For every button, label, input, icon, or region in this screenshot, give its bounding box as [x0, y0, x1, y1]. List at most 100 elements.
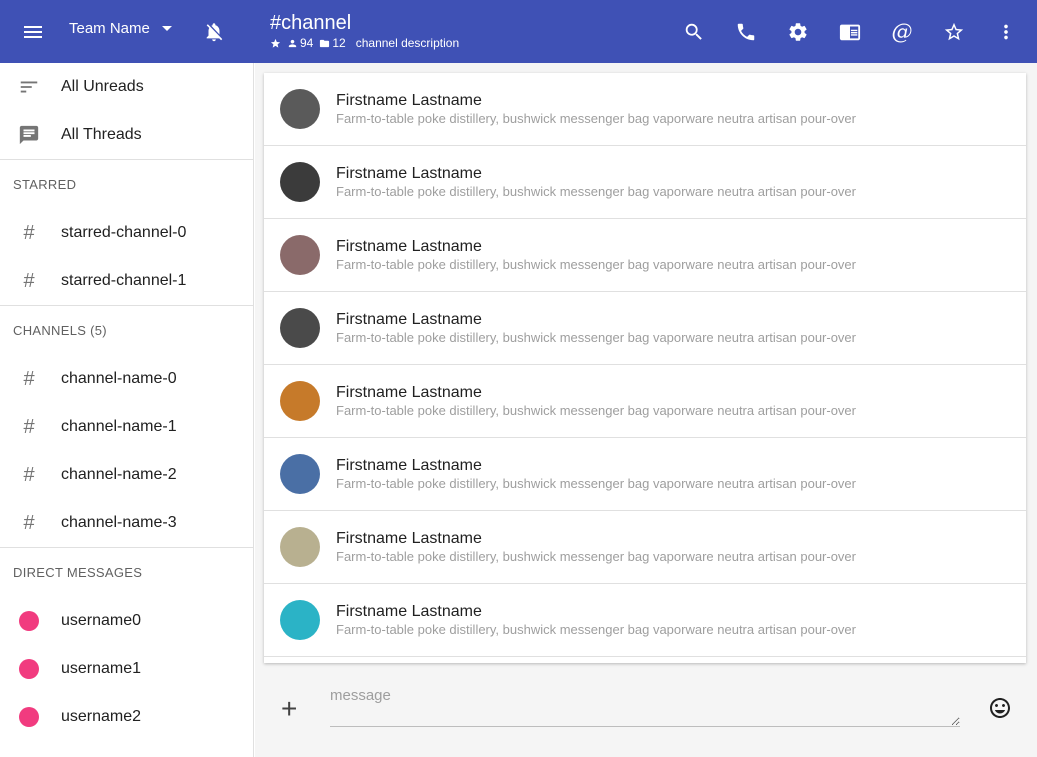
composer: + [255, 661, 1037, 757]
message-item[interactable]: Firstname Lastname Farm-to-table poke di… [264, 365, 1026, 438]
hash-icon: # [23, 269, 35, 292]
more-vert-icon [1004, 24, 1008, 40]
message-author: Firstname Lastname [336, 384, 482, 401]
sidebar-item-label: starred-channel-0 [61, 224, 187, 241]
sidebar-item-label: channel-name-3 [61, 514, 177, 531]
settings-button[interactable] [772, 19, 824, 45]
hash-icon: # [23, 463, 35, 486]
sidebar-item-channel[interactable]: # channel-name-2 [0, 451, 253, 499]
phone-icon [737, 23, 755, 41]
menu-icon[interactable] [20, 20, 46, 44]
sidebar-item-label: username1 [61, 660, 142, 677]
sidebar-item-label: channel-name-2 [61, 466, 177, 483]
message-author: Firstname Lastname [336, 165, 482, 182]
message-item[interactable]: Firstname Lastname Farm-to-table poke di… [264, 584, 1026, 657]
message-input[interactable] [330, 681, 960, 727]
sidebar-item-channel[interactable]: # channel-name-0 [0, 355, 253, 403]
call-button[interactable] [720, 19, 772, 45]
gear-icon [789, 23, 807, 41]
add-attachment-button[interactable]: + [281, 695, 297, 723]
sidebar-item-label: username0 [61, 612, 142, 629]
hash-icon: # [23, 511, 35, 534]
message-text: Farm-to-table poke distillery, bushwick … [336, 403, 856, 418]
sidebar-item-dm[interactable]: username1 [0, 645, 253, 693]
avatar[interactable] [280, 381, 320, 421]
message-item[interactable]: Firstname Lastname Farm-to-table poke di… [264, 146, 1026, 219]
message-author: Firstname Lastname [336, 530, 482, 547]
comment-icon [17, 123, 41, 147]
message-list: Firstname Lastname Farm-to-table poke di… [264, 73, 1026, 663]
presence-dot-icon [17, 609, 41, 633]
more-button[interactable] [980, 19, 1032, 45]
notifications-off-icon[interactable] [203, 21, 225, 43]
sidebar-item-label: username2 [61, 708, 142, 725]
mentions-button[interactable]: @ [876, 19, 928, 45]
message-text: Farm-to-table poke distillery, bushwick … [336, 476, 856, 491]
team-name: Team Name [69, 20, 150, 37]
presence-dot-icon [17, 705, 41, 729]
avatar[interactable] [280, 454, 320, 494]
message-item[interactable]: Firstname Lastname Farm-to-table poke di… [264, 219, 1026, 292]
favorite-button[interactable] [928, 19, 980, 45]
person-icon [288, 39, 297, 47]
app-bar: Team Name #channel 94 12 channel descrip… [0, 0, 1037, 63]
channel-meta: 94 12 channel description [270, 36, 459, 50]
sidebar-item-channel[interactable]: # channel-name-3 [0, 499, 253, 547]
sidebar-item-label: starred-channel-1 [61, 272, 187, 289]
avatar[interactable] [280, 162, 320, 202]
member-count: 94 [287, 36, 313, 50]
team-selector[interactable]: Team Name [69, 20, 172, 37]
sidebar-item-label: channel-name-1 [61, 418, 177, 435]
chrome-reader-icon [839, 24, 861, 41]
sidebar-item-all-unreads[interactable]: All Unreads [0, 63, 253, 111]
emoji-icon[interactable] [988, 696, 1012, 720]
side-panel-button[interactable] [824, 19, 876, 45]
sort-icon [17, 75, 41, 99]
star-outline-icon [944, 22, 964, 41]
sidebar-item-label: All Threads [61, 126, 142, 143]
header-actions: @ [668, 19, 1032, 45]
folder-icon [320, 39, 330, 47]
avatar[interactable] [280, 600, 320, 640]
channel-title: #channel [270, 12, 352, 34]
channel-description: channel description [355, 36, 460, 50]
message-text: Farm-to-table poke distillery, bushwick … [336, 184, 856, 199]
message-text: Farm-to-table poke distillery, bushwick … [336, 257, 856, 272]
message-item[interactable]: Firstname Lastname Farm-to-table poke di… [264, 292, 1026, 365]
message-author: Firstname Lastname [336, 311, 482, 328]
presence-dot-icon [17, 657, 41, 681]
message-text: Farm-to-table poke distillery, bushwick … [336, 111, 856, 126]
avatar[interactable] [280, 89, 320, 129]
search-button[interactable] [668, 19, 720, 45]
message-item[interactable]: Firstname Lastname Farm-to-table poke di… [264, 438, 1026, 511]
sidebar: All Unreads All Threads STARRED # starre… [0, 63, 254, 757]
sidebar-item-channel[interactable]: # channel-name-1 [0, 403, 253, 451]
sidebar-item-dm[interactable]: username2 [0, 693, 253, 741]
sidebar-item-dm[interactable]: username0 [0, 597, 253, 645]
search-icon [685, 23, 702, 40]
starred-header: STARRED [13, 177, 77, 192]
message-text: Farm-to-table poke distillery, bushwick … [336, 330, 856, 345]
hash-icon: # [23, 221, 35, 244]
message-item[interactable]: Firstname Lastname Farm-to-table poke di… [264, 73, 1026, 146]
sidebar-item-starred-channel[interactable]: # starred-channel-1 [0, 257, 253, 305]
sidebar-item-label: channel-name-0 [61, 370, 177, 387]
message-author: Firstname Lastname [336, 603, 482, 620]
star-small-icon [270, 38, 281, 49]
sidebar-item-all-threads[interactable]: All Threads [0, 111, 253, 159]
hash-icon: # [23, 367, 35, 390]
direct-messages-header: DIRECT MESSAGES [13, 565, 143, 580]
avatar[interactable] [280, 308, 320, 348]
message-item[interactable]: Firstname Lastname Farm-to-table poke di… [264, 511, 1026, 584]
message-author: Firstname Lastname [336, 238, 482, 255]
sidebar-item-label: All Unreads [61, 78, 144, 95]
channels-header: CHANNELS (5) [13, 323, 107, 338]
main-panel: Firstname Lastname Farm-to-table poke di… [255, 63, 1037, 757]
sidebar-item-starred-channel[interactable]: # starred-channel-0 [0, 209, 253, 257]
avatar[interactable] [280, 527, 320, 567]
avatar[interactable] [280, 235, 320, 275]
caret-down-icon [161, 26, 172, 31]
file-count: 12 [319, 36, 346, 50]
message-text: Farm-to-table poke distillery, bushwick … [336, 549, 856, 564]
message-author: Firstname Lastname [336, 457, 482, 474]
